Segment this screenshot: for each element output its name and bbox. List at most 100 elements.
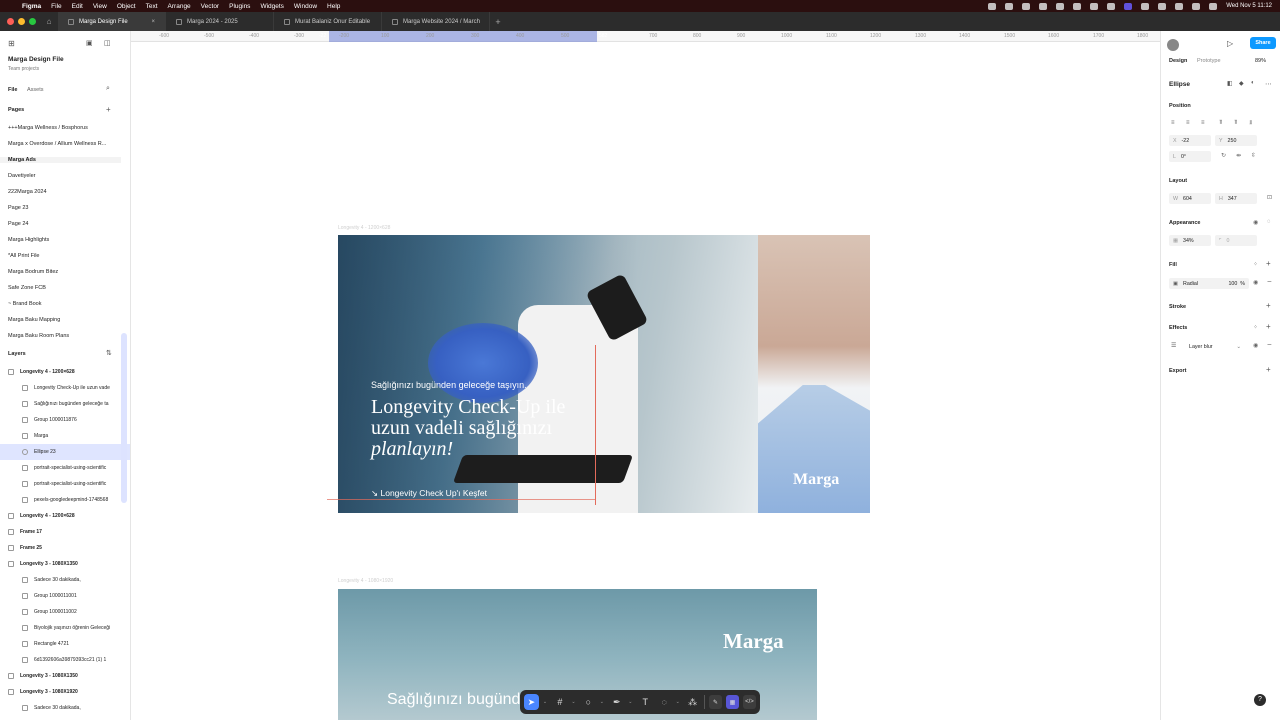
marga-logo[interactable]: Marga (723, 629, 784, 654)
height-field[interactable]: H 347 (1215, 193, 1257, 204)
remove-fill-icon[interactable]: − (1267, 277, 1272, 286)
frame-tool-icon[interactable]: # (552, 694, 567, 710)
corner-radius-field[interactable]: ⌜ 0 (1215, 235, 1257, 246)
layer-row[interactable]: Longevity 4 - 1200×628 (0, 508, 130, 524)
menu-file[interactable]: File (51, 3, 61, 10)
text-tool-icon[interactable]: T (638, 694, 653, 710)
layer-row[interactable]: 6d1392606a39879393cc21 (1) 1 (0, 652, 130, 668)
actions-tool-icon[interactable]: ⁂ (685, 694, 700, 710)
menu-vector[interactable]: Vector (201, 3, 219, 10)
status-icon[interactable] (1056, 2, 1065, 10)
page-item[interactable]: Marga Baku Mapping (8, 317, 60, 323)
ad-subtitle[interactable]: Sağlığınızı bugünde (387, 691, 529, 709)
mask-icon[interactable]: ◧ (1227, 80, 1233, 87)
boolean-icon[interactable]: ◐ (1251, 80, 1255, 86)
layer-row[interactable]: Group 1000011001 (0, 588, 130, 604)
wifi-icon[interactable] (1175, 2, 1184, 10)
menu-plugins[interactable]: Plugins (229, 3, 250, 10)
align-top-icon[interactable]: ⫪ (1219, 120, 1222, 127)
layers-scrollbar[interactable] (121, 333, 127, 503)
layers-options-icon[interactable]: ⇅ (106, 349, 112, 357)
tab-file[interactable]: Murat Balaniz Onur Editable (274, 12, 382, 31)
page-item[interactable]: Safe Zone FCB (8, 285, 46, 291)
blend-icon[interactable]: ◌ (1267, 219, 1271, 225)
chevron-down-icon[interactable]: ⌄ (543, 699, 549, 705)
layer-row[interactable]: Longevity Check-Up ile uzun vade (0, 380, 130, 396)
menu-help[interactable]: Help (327, 3, 340, 10)
layer-row[interactable]: Frame 25 (0, 540, 130, 556)
layer-row[interactable]: Frame 17 (0, 524, 130, 540)
screen-record-icon[interactable] (1124, 2, 1133, 10)
tab-file[interactable]: Marga Design File × (58, 12, 166, 31)
page-item[interactable]: Davetiyeler (8, 173, 36, 179)
main-menu-icon[interactable]: ⊞ (8, 39, 15, 48)
flip-vertical-icon[interactable]: ⇳ (1251, 152, 1256, 159)
layer-row[interactable]: Biyolojik yaşınızı öğrenin Geleceği (0, 620, 130, 636)
tab-assets-panel[interactable]: Assets (27, 87, 44, 93)
styles-icon[interactable]: ⁘ (1253, 324, 1258, 331)
battery-icon[interactable] (1158, 2, 1167, 10)
status-icon[interactable] (1073, 2, 1082, 10)
page-item[interactable]: Marga Baku Room Plans (8, 333, 69, 339)
menu-widgets[interactable]: Widgets (260, 3, 283, 10)
menu-window[interactable]: Window (294, 3, 317, 10)
chevron-down-icon[interactable]: ⌄ (571, 699, 577, 705)
marga-logo[interactable]: Marga (793, 471, 839, 489)
page-item[interactable]: *All Print File (8, 253, 39, 259)
remove-effect-icon[interactable]: − (1267, 340, 1272, 349)
layer-row[interactable]: Longevity 3 - 1080X1920 (0, 684, 130, 700)
control-center-icon[interactable] (1209, 2, 1218, 10)
menu-text[interactable]: Text (146, 3, 158, 10)
page-item[interactable]: Marga Bodrum Bitez (8, 269, 58, 275)
layer-row[interactable]: Longevity 3 - 1080X1350 (0, 668, 130, 684)
width-field[interactable]: W 604 (1169, 193, 1211, 204)
tab-file[interactable]: Marga Website 2024 / March (382, 12, 490, 31)
fill-row[interactable]: ▣ Radial 100 % (1169, 278, 1249, 289)
page-item[interactable]: Page 24 (8, 221, 29, 227)
page-item[interactable]: 222Marga 2024 (8, 189, 47, 195)
comment-tool-icon[interactable]: ◌ (657, 694, 672, 710)
move-tool-icon[interactable]: ➤ (524, 694, 539, 710)
page-item[interactable]: Marga x Overdose / Allium Wellness R... (8, 141, 106, 147)
layer-row[interactable]: Rectangle 4721 (0, 636, 130, 652)
draw-mode-icon[interactable]: ✎ (708, 695, 722, 709)
more-icon[interactable]: ⋯ (1265, 80, 1272, 88)
volume-icon[interactable] (1141, 2, 1150, 10)
status-icon[interactable] (1090, 2, 1099, 10)
clock[interactable]: Wed Nov 5 11:12 (1226, 3, 1272, 9)
avatar[interactable] (1167, 39, 1179, 51)
layer-row[interactable]: Sadece 30 dakikada, (0, 572, 130, 588)
menu-arrange[interactable]: Arrange (168, 3, 191, 10)
chevron-down-icon[interactable]: ⌄ (628, 699, 634, 705)
menu-view[interactable]: View (93, 3, 107, 10)
layer-row[interactable]: Sağlığınızı bugünden geleceğe ta (0, 396, 130, 412)
page-item[interactable]: +++Marga Wellness / Bosphorus (8, 125, 88, 131)
dev-mode-icon[interactable]: </> (742, 695, 756, 709)
eye-icon[interactable]: ◉ (1253, 219, 1258, 226)
layer-row[interactable]: portrait-specialist-using-scientific (0, 476, 130, 492)
tab-file[interactable]: Marga 2024 - 2025 (166, 12, 274, 31)
chevron-down-icon[interactable]: ⌄ (676, 699, 682, 705)
add-effect-icon[interactable]: + (1266, 322, 1271, 331)
zoom-window-button[interactable] (29, 18, 36, 25)
page-item[interactable]: Marga Ads (0, 157, 121, 163)
align-left-icon[interactable]: ≡ (1171, 120, 1175, 126)
page-item[interactable]: Marga Highlights (8, 237, 49, 243)
layer-row[interactable]: Marga (0, 428, 130, 444)
flip-horizontal-icon[interactable]: ⇹ (1236, 152, 1241, 159)
layer-row[interactable]: Ellipse 23 (0, 444, 130, 460)
align-bottom-icon[interactable]: ⫫ (1249, 120, 1252, 127)
new-tab-icon[interactable]: + (490, 17, 506, 27)
close-icon[interactable]: × (151, 19, 155, 25)
menu-app-name[interactable]: Figma (22, 3, 41, 10)
x-field[interactable]: X -22 (1169, 135, 1211, 146)
close-window-button[interactable] (7, 18, 14, 25)
layer-row[interactable]: Group 1000011876 (0, 412, 130, 428)
status-icon[interactable] (1039, 2, 1048, 10)
frame-label[interactable]: Longevity 4 - 1200×628 (338, 225, 390, 231)
tab-design[interactable]: Design (1169, 58, 1187, 64)
align-middle-icon[interactable]: ⫪ (1234, 120, 1237, 127)
opacity-field[interactable]: ▦ 34% (1169, 235, 1211, 246)
layer-row[interactable]: Longevity 4 - 1200×628 (0, 364, 130, 380)
ad-subtitle[interactable]: Sağlığınızı bugünden geleceğe taşıyın. (371, 380, 527, 390)
